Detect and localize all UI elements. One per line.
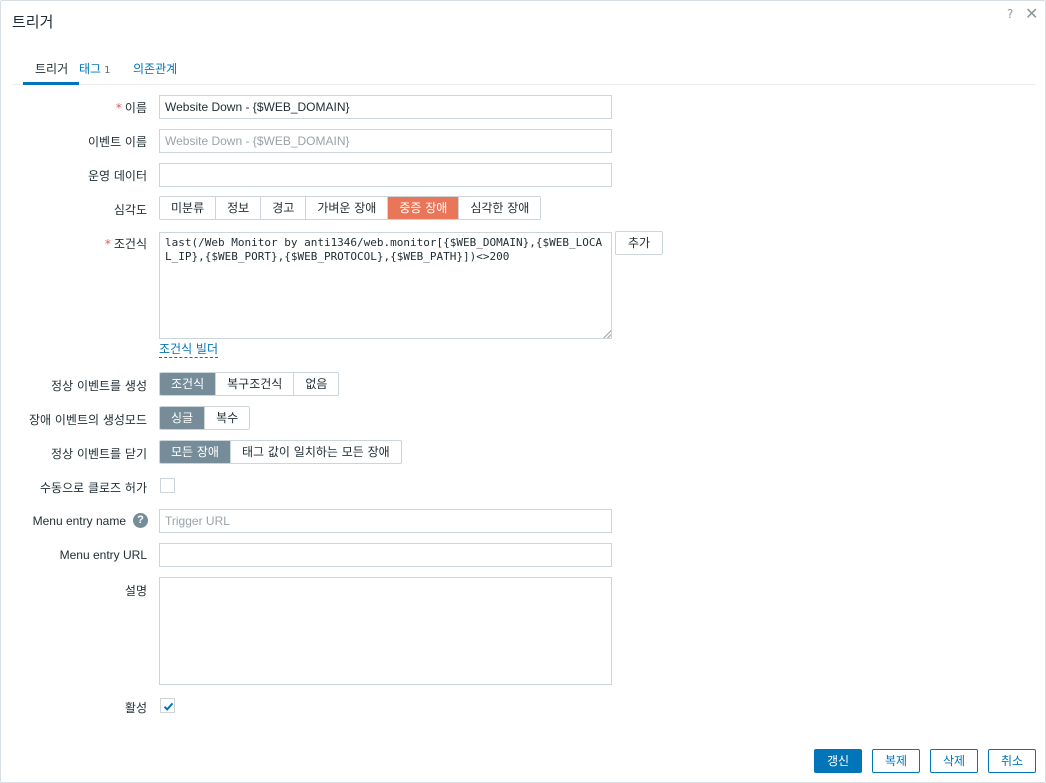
menu-entry-url-label: Menu entry URL — [59, 548, 147, 562]
dialog-title: 트리거 — [12, 13, 54, 31]
description-label: 설명 — [124, 584, 147, 598]
opdata-label: 운영 데이터 — [87, 169, 147, 183]
clone-button[interactable]: 복제 — [872, 749, 920, 773]
ok-close-selector: 모든 장애 태그 값이 일치하는 모든 장애 — [159, 440, 402, 464]
menu-entry-help-icon[interactable]: ? — [133, 513, 148, 528]
recovery-label: 정상 이벤트를 생성 — [51, 379, 147, 393]
recovery-none[interactable]: 없음 — [294, 373, 339, 395]
event-mode-selector: 싱글 복수 — [159, 406, 251, 430]
expression-label: * 조건식 — [105, 235, 147, 252]
severity-disaster[interactable]: 심각한 장애 — [459, 197, 541, 219]
delete-button[interactable]: 삭제 — [930, 749, 978, 773]
tab-dependencies[interactable]: 의존관계 — [133, 60, 177, 85]
tab-tags-label: 태그 — [79, 62, 102, 76]
severity-label: 심각도 — [113, 203, 147, 217]
tab-tags[interactable]: 태그 1 — [79, 60, 110, 85]
manual-close-label: 수동으로 클로즈 허가 — [40, 481, 147, 495]
update-button[interactable]: 갱신 — [814, 749, 862, 773]
recovery-selector: 조건식 복구조건식 없음 — [159, 372, 340, 396]
severity-warning[interactable]: 경고 — [261, 197, 307, 219]
help-icon[interactable]: ? — [1007, 7, 1013, 21]
severity-not-classified[interactable]: 미분류 — [160, 197, 217, 219]
required-marker: * — [104, 237, 111, 251]
event-mode-label: 장애 이벤트의 생성모드 — [28, 413, 147, 427]
ok-close-label: 정상 이벤트를 닫기 — [51, 447, 147, 461]
severity-high[interactable]: 중증 장애 — [388, 197, 460, 219]
opdata-input[interactable] — [159, 163, 612, 187]
event-name-input[interactable] — [159, 129, 612, 153]
severity-selector: 미분류 정보 경고 가벼운 장애 중증 장애 심각한 장애 — [159, 196, 542, 220]
menu-entry-name-label: Menu entry name — [32, 514, 126, 528]
trigger-dialog: 트리거 ? ✕ 트리거 태그1 의존관계 *이름 이벤트 이름 운영 데이터 심… — [0, 0, 1046, 783]
event-mode-multiple[interactable]: 복수 — [205, 407, 250, 429]
required-marker: * — [115, 101, 122, 115]
recovery-expression[interactable]: 조건식 — [160, 373, 217, 395]
name-input[interactable] — [159, 95, 612, 119]
tab-trigger-label: 트리거 — [35, 62, 69, 76]
expression-textarea[interactable]: last(/Web Monitor by anti1346/web.monito… — [159, 232, 612, 339]
close-icon[interactable]: ✕ — [1025, 4, 1038, 23]
ok-close-all-problems[interactable]: 모든 장애 — [160, 441, 231, 463]
severity-average[interactable]: 가벼운 장애 — [306, 197, 389, 219]
manual-close-checkbox[interactable] — [160, 478, 175, 493]
tab-dependencies-label: 의존관계 — [133, 62, 178, 76]
expression-builder-link[interactable]: 조건식 빌더 — [159, 342, 219, 358]
enabled-label: 활성 — [124, 701, 147, 715]
checkmark-icon — [163, 702, 174, 711]
description-textarea[interactable] — [159, 577, 612, 685]
recovery-recovery-expression[interactable]: 복구조건식 — [216, 373, 295, 395]
cancel-button[interactable]: 취소 — [988, 749, 1036, 773]
menu-entry-name-input[interactable] — [159, 509, 612, 533]
name-label: * 이름 — [116, 99, 147, 116]
tab-trigger[interactable]: 트리거 — [23, 60, 79, 85]
expression-label-text: 조건식 — [113, 237, 147, 251]
tab-bar: 트리거 태그 1 의존관계 — [12, 58, 1036, 85]
severity-information[interactable]: 정보 — [216, 197, 262, 219]
enabled-checkbox[interactable] — [160, 698, 175, 713]
expression-add-button[interactable]: 추가 — [615, 231, 663, 255]
tab-tags-count: 1 — [104, 65, 111, 76]
ok-close-tag-match[interactable]: 태그 값이 일치하는 모든 장애 — [230, 441, 401, 463]
name-label-text: 이름 — [124, 101, 147, 115]
event-name-label: 이벤트 이름 — [87, 135, 147, 149]
event-mode-single[interactable]: 싱글 — [160, 407, 206, 429]
menu-entry-url-input[interactable] — [159, 543, 612, 567]
